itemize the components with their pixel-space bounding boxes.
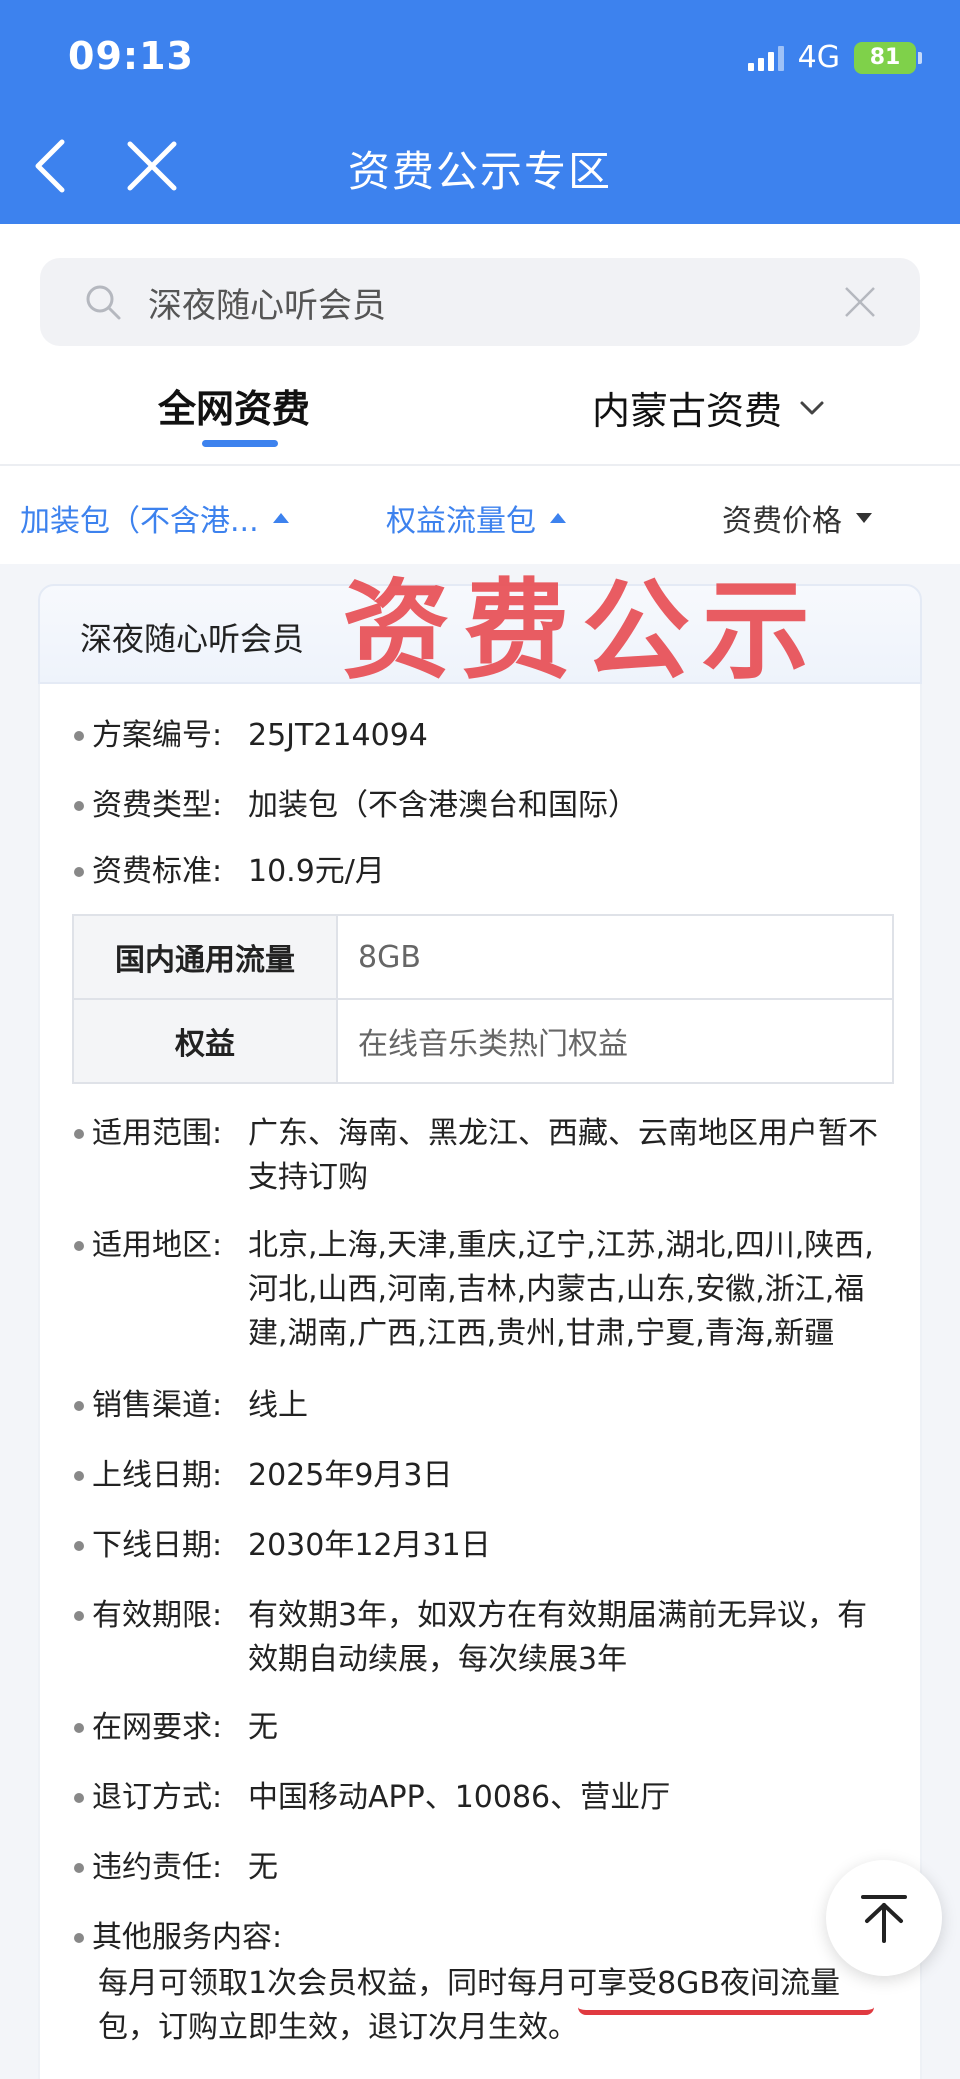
field-other-services: 其他服务内容: xyxy=(74,1916,282,1960)
field-value: 中国移动APP、10086、营业厅 xyxy=(248,1780,671,1815)
field-value: 2025年9月3日 xyxy=(248,1458,453,1493)
field-value: 无 xyxy=(248,1710,278,1745)
field-liability: 违约责任: 无 xyxy=(74,1846,888,1890)
field-label: 有效期限: xyxy=(92,1598,223,1633)
filter-price[interactable]: 资费价格 xyxy=(722,496,872,540)
field-label: 其他服务内容: xyxy=(92,1920,283,1955)
filter-label: 权益流量包 xyxy=(386,504,536,539)
bullet-icon xyxy=(74,1471,84,1481)
field-value: 10.9元/月 xyxy=(248,854,385,889)
clear-search-icon[interactable] xyxy=(842,284,878,320)
field-offline-date: 下线日期: 2030年12月31日 xyxy=(74,1524,888,1568)
arrow-to-top-icon xyxy=(861,1895,907,1943)
caret-up-icon xyxy=(272,513,289,523)
caret-up-icon xyxy=(550,513,566,523)
battery-level: 81 xyxy=(869,45,901,70)
field-value: 无 xyxy=(248,1850,278,1885)
field-label: 违约责任: xyxy=(92,1850,223,1885)
field-value: 线上 xyxy=(248,1388,308,1423)
field-scope: 适用范围: 广东、海南、黑龙江、西藏、云南地区用户暂不支持订购 xyxy=(74,1112,888,1200)
field-value: 2030年12月31日 xyxy=(248,1528,491,1563)
field-launch-date: 上线日期: 2025年9月3日 xyxy=(74,1454,888,1498)
field-label: 资费标准: xyxy=(92,854,223,889)
field-plan-no: 方案编号: 25JT214094 xyxy=(74,714,888,758)
table-row: 权益 在线音乐类热门权益 xyxy=(72,998,894,1084)
tab-region-tariff[interactable]: 内蒙古资费 xyxy=(592,380,828,435)
bullet-icon xyxy=(74,1241,84,1251)
specs-table: 国内通用流量 8GB 权益 在线音乐类热门权益 xyxy=(72,914,894,1084)
field-label: 销售渠道: xyxy=(92,1388,223,1423)
other-services-text: 每月可领取1次会员权益，同时每月可享受8GB夜间流量包，订购立即生效，退订次月生… xyxy=(98,1966,841,2045)
bullet-icon xyxy=(74,1129,84,1139)
status-time: 09:13 xyxy=(68,34,194,78)
card-title: 深夜随心听会员 xyxy=(80,620,305,658)
search-icon xyxy=(86,285,121,320)
field-price: 资费标准: 10.9元/月 xyxy=(74,850,888,894)
bullet-icon xyxy=(74,1401,84,1411)
back-to-top-button[interactable] xyxy=(826,1860,942,1976)
field-label: 适用地区: xyxy=(92,1228,223,1263)
tariff-card: 方案编号: 25JT214094 资费类型: 加装包（不含港澳台和国际） 资费标… xyxy=(38,684,922,2079)
field-label: 在网要求: xyxy=(92,1710,223,1745)
field-regions: 适用地区: 北京,上海,天津,重庆,辽宁,江苏,湖北,四川,陕西,河北,山西,河… xyxy=(74,1224,888,1356)
field-type: 资费类型: 加装包（不含港澳台和国际） xyxy=(74,784,888,828)
bullet-icon xyxy=(74,1793,84,1803)
bullet-icon xyxy=(74,1933,84,1943)
field-channel: 销售渠道: 线上 xyxy=(74,1384,888,1428)
field-label: 资费类型: xyxy=(92,788,223,823)
bullet-icon xyxy=(74,867,84,877)
field-value: 25JT214094 xyxy=(248,718,428,753)
spec-name: 权益 xyxy=(72,998,338,1084)
field-network-requirement: 在网要求: 无 xyxy=(74,1706,888,1750)
search-input[interactable] xyxy=(148,282,842,322)
field-label: 方案编号: xyxy=(92,718,223,753)
field-value: 加装包（不含港澳台和国际） xyxy=(248,788,638,823)
bullet-icon xyxy=(74,1611,84,1621)
filter-label: 加装包（不含港... xyxy=(20,504,259,539)
field-label: 适用范围: xyxy=(92,1116,223,1151)
field-label: 上线日期: xyxy=(92,1458,223,1493)
filter-label: 资费价格 xyxy=(722,504,842,539)
filter-benefit-type[interactable]: 权益流量包 xyxy=(386,496,566,540)
battery-icon: 81 xyxy=(854,41,922,74)
stamp-overlay-text: 资费公示 xyxy=(342,569,823,694)
field-value: 北京,上海,天津,重庆,辽宁,江苏,湖北,四川,陕西,河北,山西,河南,吉林,内… xyxy=(248,1228,874,1351)
caret-down-icon xyxy=(856,513,872,523)
field-unsubscribe: 退订方式: 中国移动APP、10086、营业厅 xyxy=(74,1776,888,1820)
bullet-icon xyxy=(74,801,84,811)
spec-name: 国内通用流量 xyxy=(72,914,338,1000)
spec-value: 8GB xyxy=(336,914,894,1000)
field-value: 有效期3年，如双方在有效期届满前无异议，有效期自动续展，每次续展3年 xyxy=(248,1598,868,1677)
bullet-icon xyxy=(74,1541,84,1551)
bullet-icon xyxy=(74,731,84,741)
tab-region-label: 内蒙古资费 xyxy=(592,389,783,433)
active-tab-indicator xyxy=(202,440,278,447)
field-value: 广东、海南、黑龙江、西藏、云南地区用户暂不支持订购 xyxy=(248,1116,878,1195)
spec-value: 在线音乐类热门权益 xyxy=(336,998,894,1084)
filter-package-type[interactable]: 加装包（不含港... xyxy=(20,496,289,540)
bullet-icon xyxy=(74,1863,84,1873)
network-type: 4G xyxy=(797,40,840,75)
tab-national-tariff[interactable]: 全网资费 xyxy=(158,378,310,433)
top-bar: 09:13 4G 81 资费公示专区 xyxy=(0,0,960,224)
table-row: 国内通用流量 8GB xyxy=(72,914,894,1000)
field-label: 下线日期: xyxy=(92,1528,223,1563)
bullet-icon xyxy=(74,1723,84,1733)
page-title: 资费公示专区 xyxy=(347,147,612,196)
field-validity: 有效期限: 有效期3年，如双方在有效期届满前无异议，有效期自动续展，每次续展3年 xyxy=(74,1594,888,1682)
chevron-down-icon xyxy=(800,401,824,414)
red-underline-annotation xyxy=(578,2007,874,2015)
signal-icon xyxy=(747,45,784,71)
field-label: 退订方式: xyxy=(92,1780,223,1815)
search-bar[interactable] xyxy=(40,258,920,346)
status-icons: 4G 81 xyxy=(747,40,922,75)
